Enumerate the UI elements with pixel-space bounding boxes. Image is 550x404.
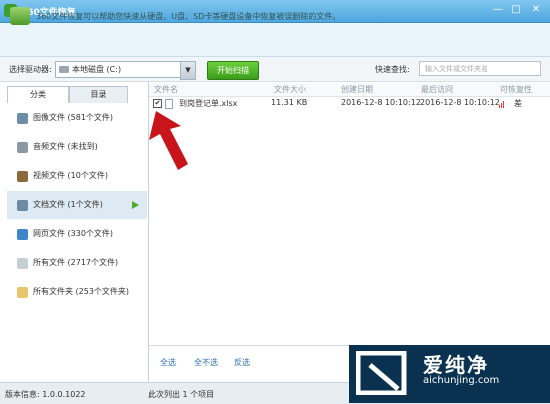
category-item-document[interactable]: 文档文件 (1个文件) [7,191,147,219]
category-item-all-files[interactable]: 所有文件 (2717个文件) [7,249,147,277]
select-none-link[interactable]: 全不选 [194,357,218,368]
arrow-right-icon [132,201,139,209]
category-item-image[interactable]: 图像文件 (581个文件) [7,104,147,132]
webpage-icon [17,229,28,240]
drive-icon [59,66,69,73]
signal-bars-icon [499,99,505,108]
drive-label: 选择驱动器: [9,65,52,74]
column-header-name[interactable]: 文件名 [154,84,178,95]
category-label: 图像文件 (581个文件) [33,113,114,122]
category-label: 所有文件夹 (253个文件夹) [33,287,130,296]
maximize-button[interactable]: □ [508,3,524,17]
tab-category[interactable]: 分类 [7,86,69,103]
watermark-url: aichunjing.com [423,375,500,386]
file-recoverability: 差 [514,99,522,108]
table-header: 文件名 文件大小 创建日期 最后访问 可恢复性 [149,83,550,97]
table-row[interactable]: ✔ 到岗登记单.xlsx 11.31 KB 2016-12-8 10:10:12… [149,97,550,110]
folder-icon [17,287,28,298]
version-text: 版本信息: 1.0.0.1022 [5,390,86,399]
category-label: 网页文件 (330个文件) [33,229,114,238]
category-label: 文档文件 (1个文件) [33,200,103,209]
row-checkbox[interactable]: ✔ [153,99,162,108]
watermark-brand: 爱纯净 [423,353,489,377]
column-header-recoverability[interactable]: 可恢复性 [500,84,532,95]
annotation-arrow-icon [149,111,188,170]
category-label: 所有文件 (2717个文件) [33,258,119,267]
invert-selection-link[interactable]: 反选 [234,357,250,368]
category-item-video[interactable]: 视频文件 (10个文件) [7,162,147,190]
watermark-logo-icon [356,351,407,395]
search-input[interactable]: 输入文件或文件夹名 [419,61,541,76]
scan-button[interactable]: 开始扫描 [207,61,259,80]
info-banner [0,23,550,57]
category-item-all-folders[interactable]: 所有文件夹 (253个文件夹) [7,278,147,306]
close-button[interactable]: ✕ [528,3,544,17]
document-icon [17,200,28,211]
drive-value: 本地磁盘 (C:) [72,65,122,74]
image-icon [17,113,28,124]
category-label: 视频文件 (10个文件) [33,171,108,180]
file-icon [17,258,28,269]
category-label: 音频文件 (未找到) [33,142,98,151]
quick-search-label: 快速查找: [375,65,410,74]
file-list-panel [149,82,550,382]
select-all-link[interactable]: 全选 [160,357,176,368]
drive-select[interactable]: 本地磁盘 (C:) [55,61,181,78]
column-header-size[interactable]: 文件大小 [274,84,306,95]
recovery-icon [10,7,30,25]
tab-directory[interactable]: 目录 [69,86,128,103]
file-size: 11.31 KB [271,98,308,107]
video-icon [17,171,28,182]
file-accessed: 2016-12-8 10:10:12 [420,98,500,107]
category-item-webpage[interactable]: 网页文件 (330个文件) [7,220,147,248]
chevron-down-icon[interactable]: ▼ [180,61,196,80]
item-count-text: 此次列出 1 个项目 [148,390,215,399]
category-item-audio[interactable]: 音频文件 (未找到) [7,133,147,161]
column-header-accessed[interactable]: 最后访问 [421,84,453,95]
file-created: 2016-12-8 10:10:12 [341,98,421,107]
music-icon [17,142,28,153]
column-header-created[interactable]: 创建日期 [341,84,373,95]
banner-text: 360文件恢复可以帮助您快速从硬盘、U盘、SD卡等硬盘设备中恢复被误删除的文件。 [36,12,341,21]
minimize-button[interactable]: — [490,3,506,17]
